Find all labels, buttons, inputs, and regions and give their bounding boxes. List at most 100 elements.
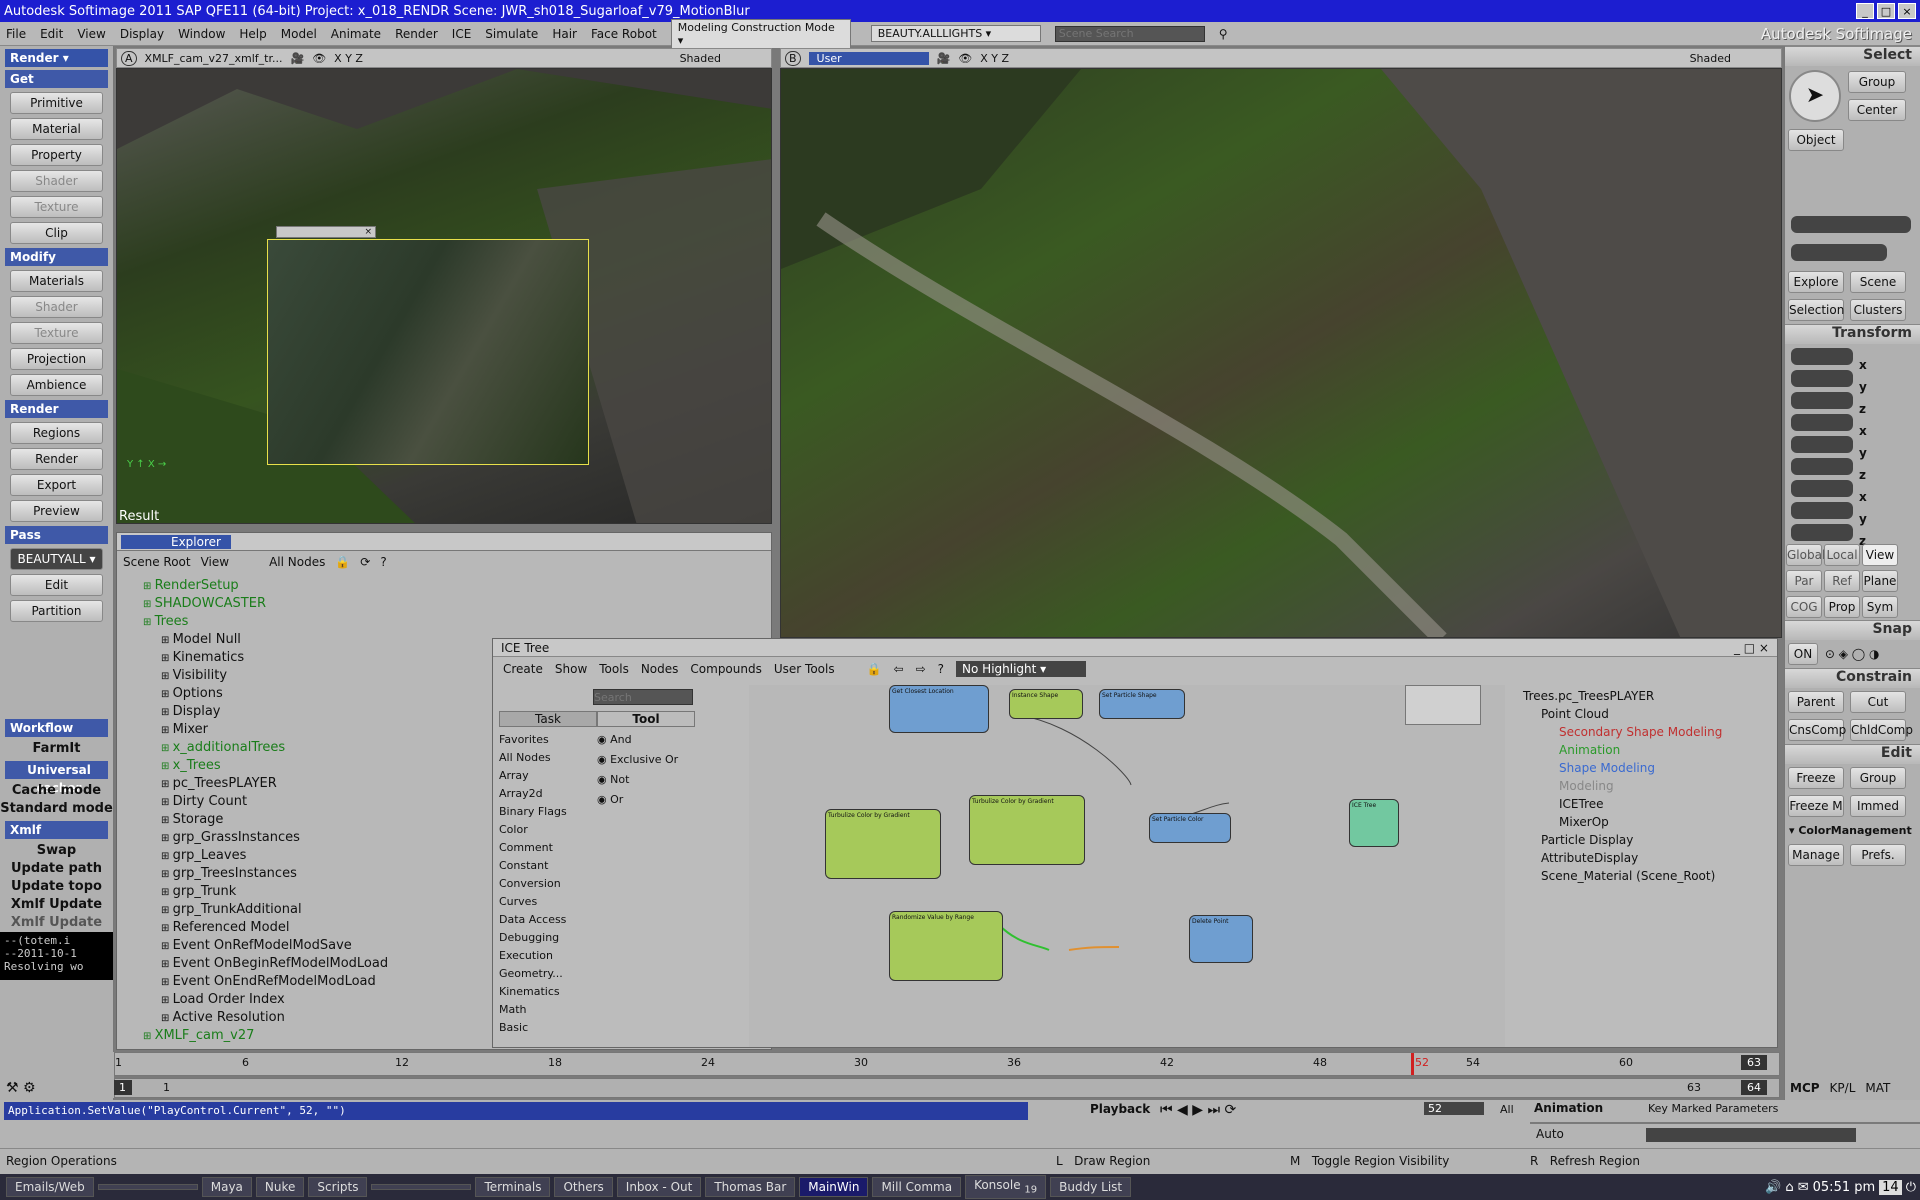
- plane-button[interactable]: Plane: [1862, 570, 1898, 592]
- view-button[interactable]: View: [1862, 544, 1898, 566]
- ice-stack-item[interactable]: Shape Modeling: [1517, 761, 1775, 779]
- expand-icon[interactable]: ⊞: [161, 761, 173, 772]
- taskbar-terminals[interactable]: Terminals: [475, 1177, 551, 1197]
- ice-window-controls[interactable]: _ □ ×: [1734, 641, 1777, 655]
- expand-icon[interactable]: ⊞: [143, 617, 155, 628]
- viewport-a-mode[interactable]: Shaded: [680, 52, 721, 65]
- expand-icon[interactable]: ⊞: [161, 923, 173, 934]
- current-frame-field[interactable]: 52: [1424, 1102, 1484, 1115]
- help-icon[interactable]: ?: [380, 555, 386, 569]
- range-end-field[interactable]: 64: [1741, 1080, 1767, 1095]
- viewport-b-camera[interactable]: User: [808, 51, 929, 65]
- property-button[interactable]: Property: [10, 144, 103, 166]
- freeze-button[interactable]: Freeze: [1788, 767, 1844, 789]
- menu-window[interactable]: Window: [178, 27, 225, 41]
- ice-category-item[interactable]: Execution: [499, 949, 579, 967]
- ice-stack-item[interactable]: Modeling: [1517, 779, 1775, 797]
- menu-simulate[interactable]: Simulate: [485, 27, 538, 41]
- render-pass-select[interactable]: BEAUTY.ALLLIGHTS ▾: [870, 25, 1041, 42]
- pass-selector[interactable]: BEAUTYALL ▾: [10, 548, 103, 570]
- back-arrow-icon[interactable]: ⇦: [894, 662, 904, 676]
- ice-menu-show[interactable]: Show: [555, 662, 587, 676]
- ice-menu-compounds[interactable]: Compounds: [690, 662, 761, 676]
- module-selector[interactable]: Render ▾: [5, 49, 108, 67]
- ice-menu-tools[interactable]: Tools: [599, 662, 629, 676]
- ice-stack-item[interactable]: MixerOp: [1517, 815, 1775, 833]
- ice-category-item[interactable]: Debugging: [499, 931, 579, 949]
- export-button[interactable]: Export: [10, 474, 103, 496]
- construction-mode-select[interactable]: Modeling Construction Mode ▾: [670, 18, 851, 49]
- expand-icon[interactable]: ⊞: [161, 869, 173, 880]
- expand-icon[interactable]: ⊞: [161, 797, 173, 808]
- expand-icon[interactable]: ⊞: [161, 815, 173, 826]
- expand-icon[interactable]: ⊞: [161, 887, 173, 898]
- ice-stack-item[interactable]: Animation: [1517, 743, 1775, 761]
- ambience-button[interactable]: Ambience: [10, 374, 103, 396]
- refresh-icon[interactable]: ⟳: [360, 555, 370, 569]
- ice-node[interactable]: Instance Shape: [1009, 689, 1083, 719]
- universal-cacher-header[interactable]: Universal cacher: [5, 761, 108, 795]
- explorer-tree-item[interactable]: ⊞ SHADOWCASTER: [143, 595, 771, 613]
- eye-icon[interactable]: 👁: [312, 52, 326, 65]
- lock-icon[interactable]: 🔒: [867, 662, 882, 676]
- ice-stack-item[interactable]: Particle Display: [1517, 833, 1775, 851]
- ice-category-item[interactable]: Favorites: [499, 733, 579, 751]
- taskbar-thomas[interactable]: Thomas Bar: [705, 1177, 796, 1197]
- camera-icon[interactable]: 🎥: [291, 52, 305, 65]
- expand-icon[interactable]: ⊞: [161, 725, 173, 736]
- material-button[interactable]: Material: [10, 118, 103, 140]
- explorer-scope[interactable]: Scene Root: [123, 555, 191, 569]
- taskbar-mainwin[interactable]: MainWin: [799, 1177, 869, 1197]
- select-object-button[interactable]: Object: [1788, 129, 1844, 151]
- xmlf-update-item-2[interactable]: Xmlf Update: [0, 914, 113, 932]
- search-icon[interactable]: ⚲: [1219, 27, 1228, 41]
- auto-key-button[interactable]: Auto: [1536, 1127, 1564, 1141]
- transform-value-field[interactable]: [1791, 436, 1853, 453]
- par-button[interactable]: Par: [1786, 570, 1822, 592]
- ref-button[interactable]: Ref: [1824, 570, 1860, 592]
- timeline-end-frame[interactable]: 63: [1741, 1055, 1767, 1070]
- ice-category-item[interactable]: Kinematics: [499, 985, 579, 1003]
- timeline-playhead[interactable]: [1411, 1053, 1414, 1075]
- taskbar-maya[interactable]: Maya: [201, 1177, 252, 1197]
- transform-value-field[interactable]: [1791, 414, 1853, 431]
- ice-category-item[interactable]: Data Access: [499, 913, 579, 931]
- materials-button[interactable]: Materials: [10, 270, 103, 292]
- select-filter-field[interactable]: [1791, 244, 1887, 261]
- expand-icon[interactable]: ⊞: [161, 905, 173, 916]
- command-line[interactable]: Application.SetValue("PlayControl.Curren…: [4, 1102, 1028, 1120]
- expand-icon[interactable]: ⊞: [143, 581, 155, 592]
- snap-grid-icon[interactable]: ⊙ ◈ ◯ ◑: [1825, 647, 1880, 661]
- taskbar-emails[interactable]: Emails/Web: [6, 1177, 94, 1197]
- ice-category-item[interactable]: Color: [499, 823, 579, 841]
- menu-face-robot[interactable]: Face Robot: [591, 27, 657, 41]
- explorer-tree-item[interactable]: ⊞ RenderSetup: [143, 577, 771, 595]
- sym-button[interactable]: Sym: [1862, 596, 1898, 618]
- transform-value-field[interactable]: [1791, 458, 1853, 475]
- explorer-view[interactable]: View: [201, 555, 229, 569]
- minimize-button[interactable]: _: [1856, 3, 1874, 19]
- tab-mcp[interactable]: MCP: [1790, 1081, 1820, 1095]
- ice-node[interactable]: ICE Tree: [1349, 799, 1399, 847]
- tray-icons[interactable]: 🔊 ⌂ ✉: [1765, 1180, 1809, 1195]
- local-button[interactable]: Local: [1824, 544, 1860, 566]
- primitive-button[interactable]: Primitive: [10, 92, 103, 114]
- explorer-tree-item[interactable]: ⊞ Trees: [143, 613, 771, 631]
- prefs-button[interactable]: Prefs.: [1850, 844, 1906, 866]
- menu-hair[interactable]: Hair: [552, 27, 577, 41]
- ice-search-input[interactable]: [593, 689, 693, 705]
- taskbar-desk-6[interactable]: [371, 1184, 472, 1190]
- viewport-b-letter[interactable]: B: [785, 50, 801, 66]
- explorer-filter[interactable]: All Nodes: [269, 555, 325, 569]
- camera-icon[interactable]: 🎥: [937, 52, 951, 65]
- ice-node[interactable]: Randomize Value by Range: [889, 911, 1003, 981]
- expand-icon[interactable]: ⊞: [143, 1031, 155, 1042]
- preview-button[interactable]: Preview: [10, 500, 103, 522]
- manage-button[interactable]: Manage: [1788, 844, 1844, 866]
- ice-node[interactable]: Set Particle Color: [1149, 813, 1231, 843]
- forward-arrow-icon[interactable]: ⇨: [916, 662, 926, 676]
- tab-tool[interactable]: Tool: [597, 711, 695, 727]
- all-button[interactable]: All: [1500, 1103, 1514, 1116]
- chldcomp-button[interactable]: ChldComp: [1850, 719, 1913, 741]
- regions-button[interactable]: Regions: [10, 422, 103, 444]
